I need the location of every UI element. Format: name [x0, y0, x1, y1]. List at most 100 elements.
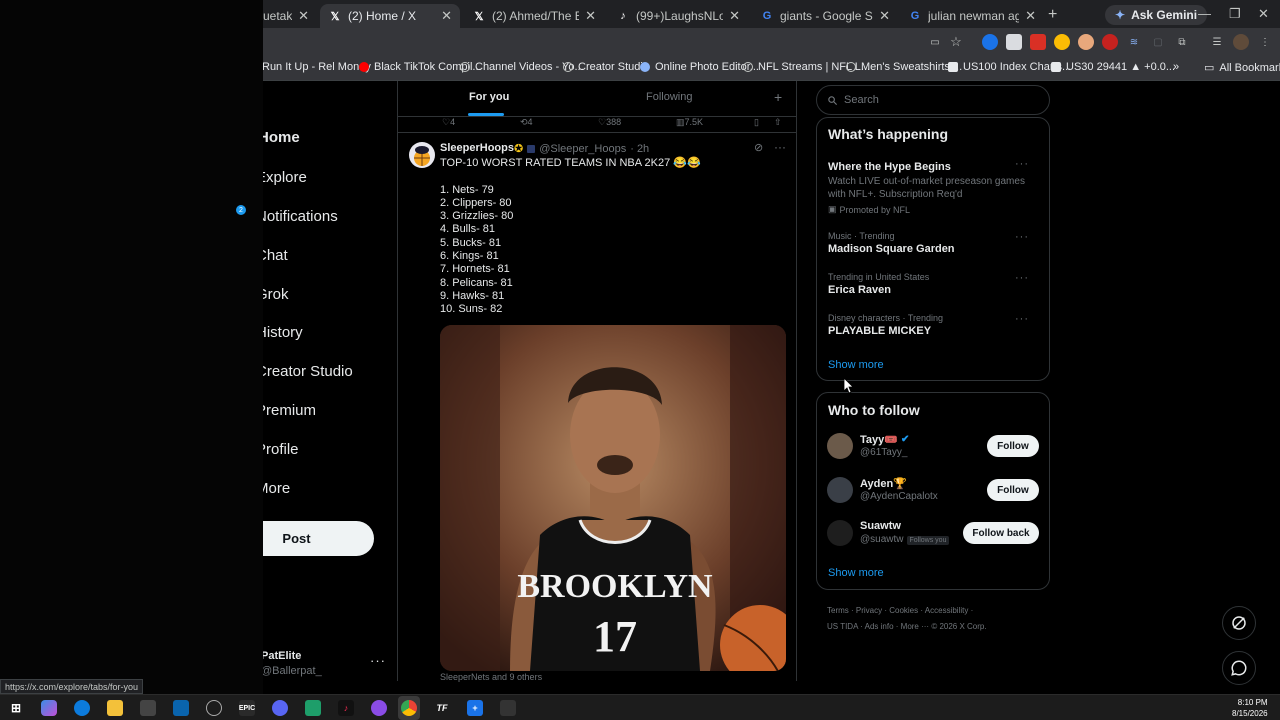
- follow-button[interactable]: Follow: [987, 435, 1039, 457]
- system-clock[interactable]: 8:10 PM 8/15/2026: [1232, 697, 1268, 719]
- cast-icon[interactable]: ▭: [927, 34, 943, 50]
- reply-count[interactable]: ♡ 4: [442, 117, 455, 128]
- extension-icon[interactable]: [1006, 34, 1022, 50]
- browser-tab-active[interactable]: 𝕏 (2) Home / X ✕: [320, 4, 460, 28]
- follow-button[interactable]: Follow: [987, 479, 1039, 501]
- close-icon[interactable]: ✕: [585, 8, 596, 24]
- ask-gemini-button[interactable]: ✦ Ask Gemini: [1105, 5, 1208, 25]
- app-icon[interactable]: [500, 700, 516, 716]
- extension-icon[interactable]: ≋: [1126, 34, 1142, 50]
- show-more-link[interactable]: Show more: [828, 359, 884, 371]
- nav-home[interactable]: Home: [258, 129, 300, 146]
- bookmark-icon[interactable]: ▯: [754, 117, 759, 128]
- more-horizontal-icon[interactable]: ···: [370, 653, 386, 668]
- tweet[interactable]: SleeperHoops ✪ @Sleeper_Hoops · 2h ⊘ ···…: [398, 134, 796, 684]
- trend-item[interactable]: Music · Trending Madison Square Garden: [828, 231, 1040, 255]
- discord-icon[interactable]: [272, 700, 288, 716]
- trend-item[interactable]: Trending in United States Erica Raven: [828, 272, 1040, 296]
- like-count[interactable]: ♡ 388: [598, 117, 621, 128]
- footer-line[interactable]: US TIDA · Ads info · More ··· © 2026 X C…: [827, 619, 1047, 635]
- tab-search-icon[interactable]: ☰: [1209, 34, 1225, 50]
- follow-suggestion[interactable]: Ayden🏆 @AydenCapalotx Follow: [827, 477, 1042, 507]
- avatar[interactable]: [827, 433, 853, 459]
- close-icon[interactable]: ✕: [298, 8, 309, 24]
- browser-tab[interactable]: ♪ (99+)LaughsNLocs (@kelfr ✕: [608, 4, 748, 28]
- epic-games-icon[interactable]: EPIC: [239, 700, 255, 716]
- trend-item[interactable]: Disney characters · Trending PLAYABLE MI…: [828, 313, 1040, 337]
- browser-tab[interactable]: G giants - Google Search ✕: [752, 4, 898, 28]
- puzzle-icon[interactable]: ⧉: [1174, 34, 1190, 50]
- mail-icon[interactable]: [173, 700, 189, 716]
- share-icon[interactable]: ⇧: [774, 117, 782, 128]
- app-icon[interactable]: [305, 700, 321, 716]
- tab-for-you[interactable]: For you: [469, 91, 509, 103]
- extension-icon[interactable]: ▢: [1150, 34, 1166, 50]
- browser-tab[interactable]: 𝕏 (2) Ahmed/The Ears/IG: Big ✕: [464, 4, 604, 28]
- bookmark-item[interactable]: US30 29441 ▲ +0.0...: [1051, 61, 1175, 73]
- extension-icon[interactable]: [982, 34, 998, 50]
- view-count[interactable]: ▥ 7.5K: [676, 117, 703, 128]
- kebab-menu-icon[interactable]: ⋮: [1257, 34, 1273, 50]
- app-icon[interactable]: +: [467, 700, 483, 716]
- copilot-icon[interactable]: [41, 700, 57, 716]
- profile-avatar-icon[interactable]: [1233, 34, 1249, 50]
- minimize-icon[interactable]: —: [1198, 6, 1211, 21]
- trend-item[interactable]: Where the Hype Begins Watch LIVE out-of-…: [828, 159, 1040, 215]
- avatar[interactable]: [827, 520, 853, 546]
- new-tab-button[interactable]: +: [1048, 6, 1057, 24]
- show-more-link[interactable]: Show more: [828, 567, 884, 579]
- store-icon[interactable]: [140, 700, 156, 716]
- more-horizontal-icon[interactable]: ···: [774, 140, 786, 154]
- close-icon[interactable]: ✕: [1025, 8, 1036, 24]
- bookmark-item[interactable]: Men's Sweatshirts,...: [846, 61, 962, 73]
- more-horizontal-icon[interactable]: ···: [1015, 158, 1029, 170]
- settings-icon[interactable]: [206, 700, 222, 716]
- star-icon[interactable]: ☆: [948, 34, 964, 50]
- extension-icon[interactable]: [1054, 34, 1070, 50]
- bookmarks-overflow-icon[interactable]: »: [1173, 61, 1179, 73]
- app-icon[interactable]: [371, 700, 387, 716]
- browser-tab[interactable]: uetake) · ✕: [255, 4, 317, 28]
- grok-floating-button[interactable]: [1222, 606, 1256, 640]
- extension-icon[interactable]: [1030, 34, 1046, 50]
- footer-line[interactable]: Terms · Privacy · Cookies · Accessibilit…: [827, 603, 1047, 619]
- extension-icon[interactable]: [1078, 34, 1094, 50]
- bookmark-item[interactable]: Run It Up - Rel Money: [262, 61, 371, 73]
- app-icon[interactable]: TF: [434, 700, 450, 716]
- tiktok-icon[interactable]: ♪: [338, 700, 354, 716]
- chrome-icon[interactable]: [401, 700, 417, 716]
- bookmark-item[interactable]: Online Photo Editor...: [640, 61, 759, 73]
- more-horizontal-icon[interactable]: ···: [1015, 231, 1029, 243]
- close-icon[interactable]: ✕: [441, 8, 452, 24]
- edge-icon[interactable]: [74, 700, 90, 716]
- tweet-time[interactable]: · 2h: [630, 143, 649, 155]
- more-horizontal-icon[interactable]: ···: [1015, 313, 1029, 325]
- follow-back-button[interactable]: Follow back: [963, 522, 1039, 544]
- tweet-handle[interactable]: @Sleeper_Hoops: [539, 143, 626, 155]
- close-icon[interactable]: ✕: [729, 8, 740, 24]
- browser-tab[interactable]: G julian newman age - Googl ✕: [900, 4, 1044, 28]
- avatar[interactable]: [827, 477, 853, 503]
- tab-following[interactable]: Following: [646, 91, 692, 103]
- repost-count[interactable]: ⟲ 4: [520, 117, 533, 128]
- file-explorer-icon[interactable]: [107, 700, 123, 716]
- follow-suggestion[interactable]: Tayy🎟️ ✔ @61Tayy_ Follow: [827, 433, 1042, 463]
- tweet-author-name[interactable]: SleeperHoops: [440, 142, 514, 154]
- close-icon[interactable]: ✕: [879, 8, 890, 24]
- windows-start-icon[interactable]: ⊞: [8, 700, 24, 716]
- add-tab-icon[interactable]: +: [774, 89, 782, 105]
- bookmark-item[interactable]: Creator Studio: [563, 61, 649, 73]
- promoted-text: Promoted by NFL: [839, 204, 911, 215]
- globe-icon: [743, 62, 753, 72]
- all-bookmarks[interactable]: ▭ All Bookmarks: [1204, 61, 1280, 75]
- avatar[interactable]: [409, 142, 435, 168]
- more-horizontal-icon[interactable]: ···: [1015, 272, 1029, 284]
- search-input[interactable]: Search: [816, 85, 1050, 115]
- tweet-image[interactable]: BROOKLYN 17: [440, 325, 786, 671]
- restore-icon[interactable]: ❐: [1229, 6, 1241, 22]
- grok-explain-icon[interactable]: ⊘: [754, 141, 763, 154]
- follow-suggestion[interactable]: Suawtw @suawtw Follows you Follow back: [827, 520, 1042, 550]
- chat-floating-button[interactable]: [1222, 651, 1256, 685]
- extension-icon[interactable]: [1102, 34, 1118, 50]
- close-window-icon[interactable]: ✕: [1258, 6, 1269, 22]
